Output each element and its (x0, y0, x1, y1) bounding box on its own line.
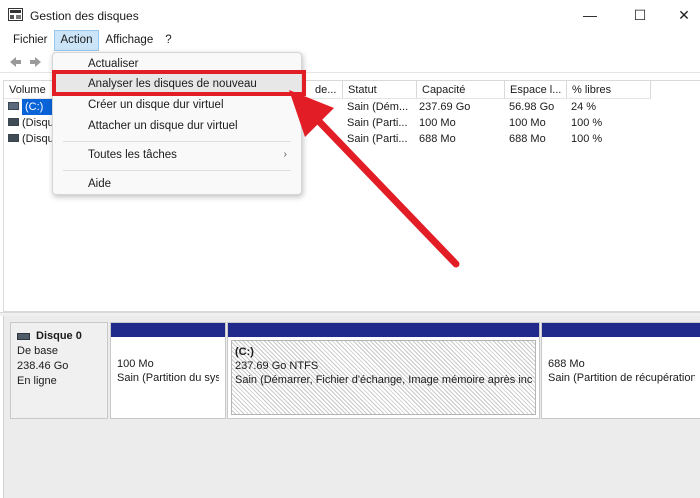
menu-affichage[interactable]: Affichage (99, 30, 159, 51)
volume-icon (8, 134, 19, 142)
back-button[interactable] (7, 54, 23, 70)
volume-percent-free: 24 % (571, 101, 597, 113)
maximize-button[interactable]: ☐ (618, 0, 662, 30)
partition-size: 100 Mo (117, 358, 154, 370)
volume-capacity: 688 Mo (419, 133, 456, 145)
arrow-right-icon (30, 57, 41, 67)
volume-status: Sain (Dém... (347, 101, 409, 113)
volume-capacity: 237.69 Go (419, 101, 471, 113)
column-header-type[interactable]: de... (311, 81, 343, 99)
disk-state: En ligne (17, 375, 57, 387)
partition-bar (111, 323, 225, 337)
disk-type: De base (17, 345, 58, 357)
partition-status: Sain (Partition du sys (117, 372, 219, 384)
column-header-percent-free[interactable]: % libres (567, 81, 651, 99)
disk-name: Disque 0 (36, 330, 82, 342)
volume-icon (8, 118, 19, 126)
minimize-icon: — (583, 7, 597, 23)
disk-0-info[interactable]: Disque 0 De base 238.46 Go En ligne (10, 322, 108, 419)
menu-bar: Fichier Action Affichage ? (0, 30, 700, 51)
partition-label: (C:) (235, 346, 254, 358)
partition-system[interactable]: 100 Mo Sain (Partition du sys (110, 322, 226, 419)
partition-bar (228, 323, 539, 337)
partition-body: 688 Mo Sain (Partition de récupération (545, 353, 698, 415)
volume-status: Sain (Parti... (347, 133, 408, 145)
volume-name: (Disqu (22, 117, 52, 129)
menu-item-all-tasks-label: Toutes les tâches (88, 149, 177, 161)
menu-action[interactable]: Action (53, 30, 100, 51)
hard-disk-icon (17, 333, 30, 340)
menu-fichier[interactable]: Fichier (7, 30, 54, 51)
partition-status: Sain (Démarrer, Fichier d'échange, Image… (235, 374, 532, 386)
volume-status: Sain (Parti... (347, 117, 408, 129)
disk-0-title: Disque 0 (17, 329, 107, 344)
volume-percent-free: 100 % (571, 133, 603, 145)
partition-size: 237.69 Go NTFS (235, 360, 319, 372)
partition-size: 688 Mo (548, 358, 585, 370)
volume-free-space: 688 Mo (509, 133, 546, 145)
menu-item-all-tasks[interactable]: Toutes les tâches › (53, 145, 301, 165)
close-button[interactable]: ✕ (662, 0, 700, 30)
column-header-status[interactable]: Statut (343, 81, 417, 99)
partition-recovery[interactable]: 688 Mo Sain (Partition de récupération (541, 322, 700, 419)
partition-c[interactable]: (C:) 237.69 Go NTFS Sain (Démarrer, Fich… (227, 322, 540, 419)
close-icon: ✕ (678, 6, 690, 23)
title-bar: Gestion des disques — ☐ ✕ (0, 0, 700, 30)
maximize-icon: ☐ (633, 6, 647, 23)
menu-separator (63, 141, 291, 142)
arrow-left-icon (10, 57, 21, 67)
disk-layout-pane: Disque 0 De base 238.46 Go En ligne 100 … (3, 316, 700, 498)
volume-free-space: 56.98 Go (509, 101, 555, 113)
volume-name: (C:) (22, 99, 52, 115)
volume-percent-free: 100 % (571, 117, 603, 129)
volume-name: (Disqu (22, 133, 52, 145)
menu-item-attach-vhd[interactable]: Attacher un disque dur virtuel (53, 116, 301, 136)
partition-body: (C:) 237.69 Go NTFS Sain (Démarrer, Fich… (231, 340, 536, 415)
minimize-button[interactable]: — (568, 0, 612, 30)
volume-icon (8, 102, 19, 110)
partition-bar (542, 323, 700, 337)
window-title: Gestion des disques (30, 9, 139, 23)
column-header-capacity[interactable]: Capacité (417, 81, 505, 99)
partition-body: 100 Mo Sain (Partition du sys (114, 353, 222, 415)
chevron-right-icon: › (283, 149, 287, 160)
menu-help[interactable]: ? (159, 30, 177, 51)
annotation-highlight-box (52, 70, 306, 96)
menu-item-create-vhd[interactable]: Créer un disque dur virtuel (53, 95, 301, 115)
disk-management-icon (8, 8, 23, 21)
forward-button[interactable] (28, 54, 44, 70)
column-header-free-space[interactable]: Espace l... (505, 81, 567, 99)
volume-capacity: 100 Mo (419, 117, 456, 129)
volume-free-space: 100 Mo (509, 117, 546, 129)
menu-separator (63, 170, 291, 171)
disk-management-window: Gestion des disques — ☐ ✕ Fichier Action… (0, 0, 700, 498)
menu-item-help[interactable]: Aide (53, 174, 301, 194)
partition-status: Sain (Partition de récupération (548, 372, 695, 384)
disk-size: 238.46 Go (17, 360, 69, 372)
